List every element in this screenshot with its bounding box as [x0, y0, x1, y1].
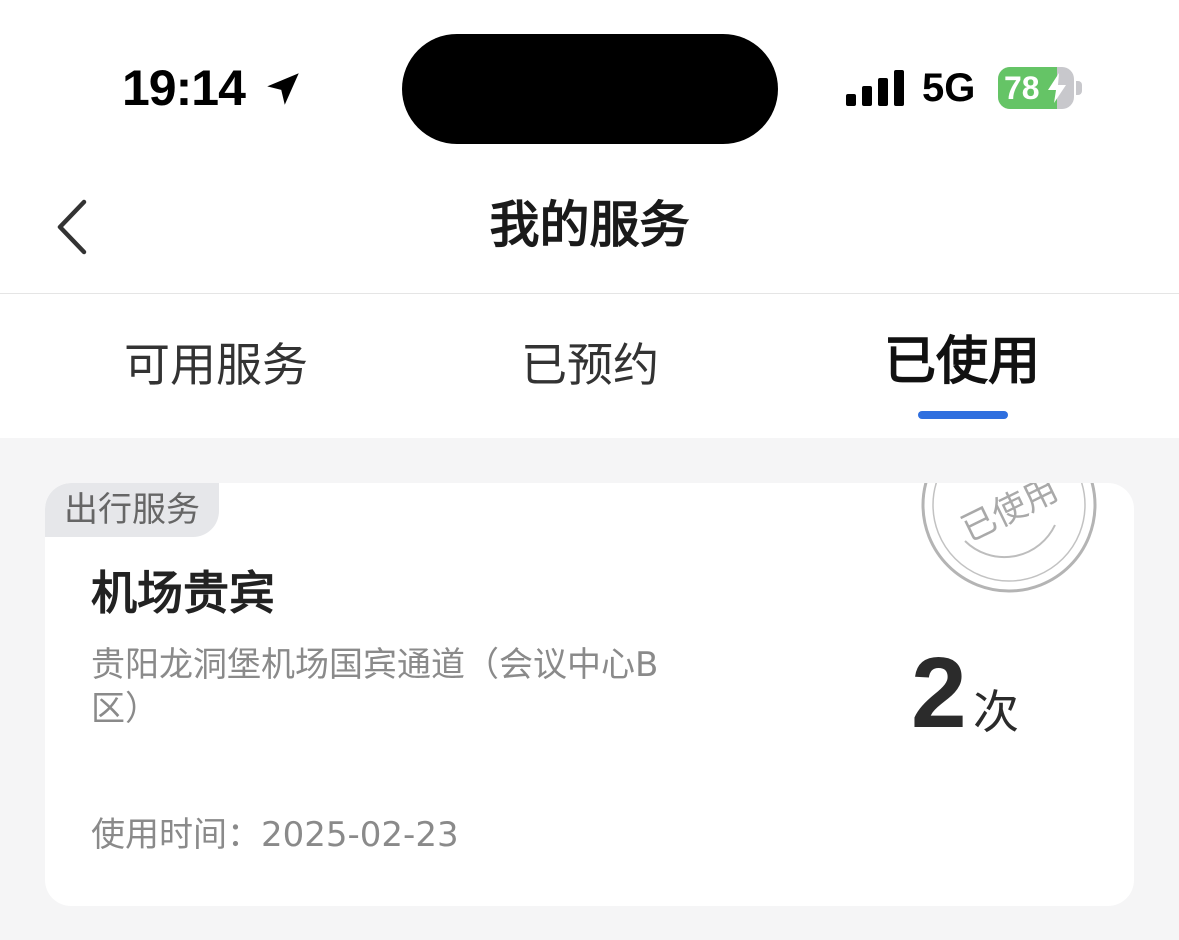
dynamic-island: [402, 34, 778, 144]
service-card[interactable]: 出行服务 已使用 机场贵宾 贵阳龙洞堡机场国宾通道（会议中心B区） 使用时间：2…: [45, 483, 1134, 906]
cellular-signal-icon: [846, 70, 904, 106]
service-location: 贵阳龙洞堡机场国宾通道（会议中心B区）: [91, 645, 659, 729]
service-name: 机场贵宾: [91, 566, 275, 620]
usage-count-unit: 次: [973, 685, 1019, 739]
usage-count: 2 次: [911, 638, 1111, 748]
used-stamp: 已使用: [921, 483, 1097, 593]
nav-bar: 我的服务: [0, 150, 1179, 294]
tab-bar: 可用服务 已预约 已使用: [0, 295, 1179, 438]
tab-used[interactable]: 已使用: [812, 332, 1112, 392]
network-type: 5G: [922, 66, 976, 110]
tab-available-services[interactable]: 可用服务: [66, 335, 366, 395]
page-title: 我的服务: [489, 196, 690, 254]
content-area: 出行服务 已使用 机场贵宾 贵阳龙洞堡机场国宾通道（会议中心B区） 使用时间：2…: [0, 438, 1179, 940]
usage-count-number: 2: [911, 637, 967, 749]
stamp-text: 已使用: [955, 483, 1064, 550]
active-tab-indicator: [918, 411, 1008, 419]
tab-reserved[interactable]: 已预约: [440, 335, 740, 395]
category-tag: 出行服务: [45, 483, 219, 537]
status-time: 19:14: [122, 60, 246, 116]
battery-indicator: 78: [998, 67, 1074, 109]
status-bar: 19:14 5G 78: [0, 0, 1179, 150]
location-arrow-icon: [267, 73, 299, 105]
screen: 19:14 5G 78 我的服务 可用服务 已预约 已使用 出行服务 已使用 机…: [0, 0, 1179, 940]
charging-bolt-icon: [1048, 73, 1066, 103]
battery-percent: 78: [1004, 70, 1040, 106]
used-time: 使用时间：2025-02-23: [91, 815, 459, 855]
battery-cap: [1076, 81, 1082, 95]
